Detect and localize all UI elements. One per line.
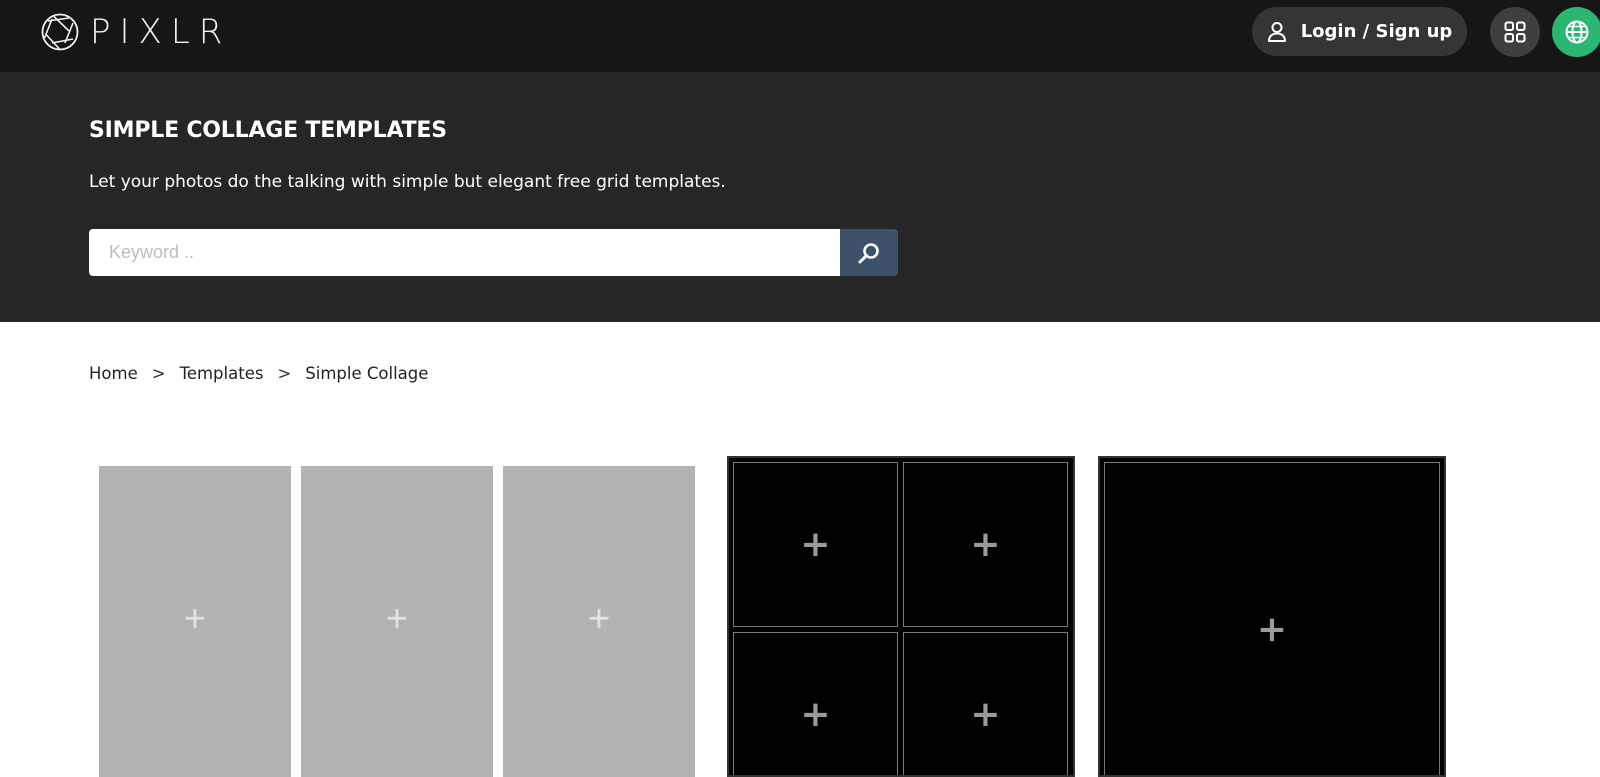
add-photo-plus: + [1256,609,1288,650]
breadcrumb-separator: > [277,364,292,383]
top-navigation-bar: PIXLR Login / Sign up [0,0,1600,72]
page-subtitle: Let your photos do the talking with simp… [89,172,726,192]
language-button[interactable] [1552,7,1600,57]
search-button[interactable] [840,229,898,276]
hero-section: SIMPLE COLLAGE TEMPLATES Let your photos… [0,72,1600,322]
logo-wordmark: PIXLR [90,12,232,52]
login-signup-button[interactable]: Login / Sign up [1252,7,1467,56]
photo-slot: + [733,632,898,775]
template-card-single[interactable]: + [1098,456,1446,777]
breadcrumb-home[interactable]: Home [89,364,138,383]
photo-slot: + [301,466,493,777]
search-icon [858,242,879,263]
grid-icon [1504,21,1526,43]
search-bar [89,229,898,276]
breadcrumb-current: Simple Collage [305,364,429,383]
apps-menu-button[interactable] [1490,7,1540,57]
search-input[interactable] [89,229,840,276]
login-signup-label: Login / Sign up [1300,21,1453,42]
add-photo-plus: + [182,601,208,636]
pixlr-logo[interactable]: PIXLR [40,12,231,52]
photo-slot: + [99,466,291,777]
photo-slot: + [903,462,1068,627]
globe-icon [1565,20,1589,44]
breadcrumb-templates[interactable]: Templates [180,364,264,383]
add-photo-plus: + [970,523,1001,565]
photo-slot: + [733,462,898,627]
photo-slot: + [503,466,695,777]
photo-slot: + [1104,462,1440,775]
template-card-four-grid[interactable]: + + + + [727,456,1075,777]
aperture-logo-icon [41,13,79,51]
template-card-three-column[interactable]: + + + [96,464,696,777]
page-title: SIMPLE COLLAGE TEMPLATES [89,118,447,143]
add-photo-plus: + [970,693,1001,735]
breadcrumb-separator: > [151,364,166,383]
breadcrumb: Home > Templates > Simple Collage [89,364,428,383]
photo-slot: + [903,632,1068,775]
add-photo-plus: + [800,693,831,735]
add-photo-plus: + [586,601,612,636]
user-icon [1267,21,1286,42]
add-photo-plus: + [800,523,831,565]
add-photo-plus: + [384,601,410,636]
